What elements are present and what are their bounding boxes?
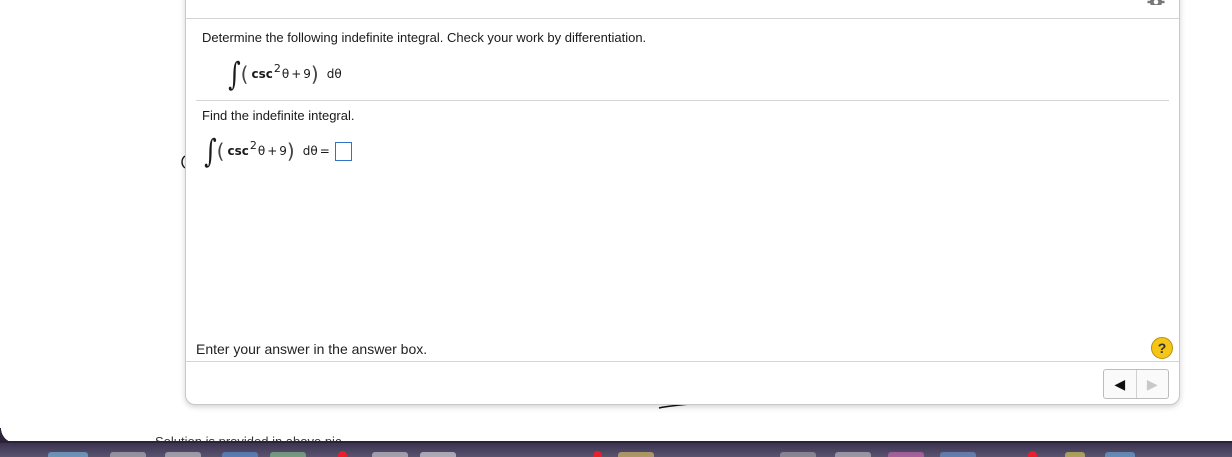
differential: dθ <box>302 144 318 158</box>
dock-app-icon[interactable] <box>110 452 146 457</box>
dock-app-icon[interactable] <box>1065 452 1085 457</box>
dock-app-icon[interactable] <box>372 452 408 457</box>
integral-expression: ∫ ( csc 2 θ + 9 ) dθ <box>226 55 342 93</box>
exponent: 2 <box>273 61 281 75</box>
dock-app-icon[interactable] <box>48 452 88 457</box>
exponent: 2 <box>249 138 257 152</box>
footer-divider <box>186 361 1179 362</box>
close-paren: ) <box>286 139 295 163</box>
answer-input-box[interactable] <box>334 141 352 161</box>
next-arrow-icon[interactable]: ▶ <box>1137 370 1169 398</box>
answer-expression: ∫ ( csc 2 θ + 9 ) dθ = <box>202 132 352 170</box>
section-divider <box>196 100 1169 101</box>
equals-sign: = <box>319 144 330 158</box>
dock-app-icon[interactable] <box>222 452 258 457</box>
csc-function: csc <box>227 144 249 158</box>
constant-term: 9 <box>303 67 311 81</box>
theta-variable: θ <box>281 67 290 81</box>
open-paren: ( <box>216 139 225 163</box>
settings-gear-icon[interactable] <box>1147 0 1165 5</box>
answer-instruction: Enter your answer in the answer box. <box>196 341 428 357</box>
theta-variable: θ <box>257 144 266 158</box>
dock-badge <box>1028 451 1037 457</box>
dock-app-icon[interactable] <box>888 452 924 457</box>
plus-operator: + <box>291 67 302 81</box>
integral-sign: ∫ <box>228 55 241 93</box>
header-divider <box>186 18 1179 19</box>
csc-function: csc <box>251 67 273 81</box>
dock-app-icon[interactable] <box>780 452 816 457</box>
dock-app-icon[interactable] <box>165 452 201 457</box>
plus-operator: + <box>267 144 278 158</box>
window-corner <box>0 428 16 442</box>
dock-app-icon[interactable] <box>1105 452 1135 457</box>
dock-app-icon[interactable] <box>940 452 976 457</box>
integral-sign: ∫ <box>204 132 217 170</box>
dock-badge <box>338 451 347 457</box>
previous-arrow-icon[interactable]: ◀ <box>1104 370 1137 398</box>
sub-question-prompt: Find the indefinite integral. <box>202 108 355 123</box>
question-dialog: Determine the following indefinite integ… <box>185 0 1180 405</box>
dock-bar <box>0 441 1232 457</box>
question-navigation: ◀ ▶ <box>1103 369 1169 399</box>
dock-app-icon[interactable] <box>270 452 306 457</box>
differential: dθ <box>326 67 342 81</box>
open-paren: ( <box>240 62 249 86</box>
dock-app-icon[interactable] <box>420 452 456 457</box>
close-paren: ) <box>310 62 319 86</box>
constant-term: 9 <box>279 144 287 158</box>
dock-badge <box>593 451 602 457</box>
dock-app-icon[interactable] <box>835 452 871 457</box>
dock-app-icon[interactable] <box>618 452 654 457</box>
help-icon[interactable]: ? <box>1151 337 1173 359</box>
question-prompt: Determine the following indefinite integ… <box>202 30 647 45</box>
